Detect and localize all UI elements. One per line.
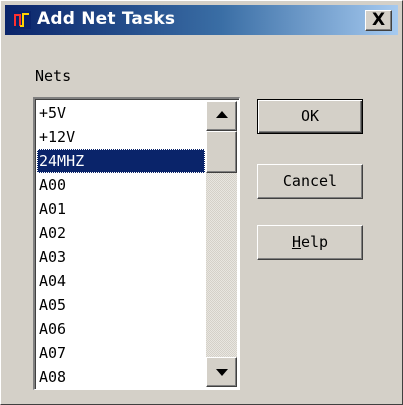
app-logo-icon	[13, 11, 31, 29]
net-list-item[interactable]: A06	[37, 317, 205, 341]
nets-list: +5V +12V 24MHZ A00 A01 A02 A03 A04 A05 A06 A07 A08	[37, 101, 205, 389]
net-list-item[interactable]: A02	[37, 221, 205, 245]
scroll-down-arrow-icon	[216, 369, 228, 376]
title-bar[interactable]: Add Net Tasks X	[5, 5, 398, 35]
nets-listbox[interactable]: +5V +12V 24MHZ A00 A01 A02 A03 A04 A05 A06 A07 A08	[33, 97, 240, 390]
net-list-item[interactable]: A01	[37, 197, 205, 221]
net-list-item[interactable]: A08	[37, 365, 205, 389]
cancel-button[interactable]: Cancel	[257, 164, 363, 199]
net-list-item[interactable]: A04	[37, 269, 205, 293]
net-list-item[interactable]: +12V	[37, 125, 205, 149]
net-list-item[interactable]: 24MHZ	[37, 149, 205, 173]
help-mnemonic: H	[291, 233, 301, 251]
net-list-item[interactable]: A05	[37, 293, 205, 317]
nets-label: Nets	[35, 67, 72, 85]
window-title: Add Net Tasks	[37, 9, 176, 29]
net-list-item[interactable]: +5V	[37, 101, 205, 125]
scroll-up-arrow-icon	[216, 111, 228, 118]
ok-button[interactable]: OK	[257, 99, 363, 134]
scroll-down-button[interactable]	[206, 357, 237, 387]
scroll-thumb[interactable]	[206, 131, 237, 173]
net-list-item[interactable]: A03	[37, 245, 205, 269]
add-net-tasks-dialog: Add Net Tasks X Nets +5V +12V 24MHZ A00 A01 A…	[0, 0, 403, 405]
close-button[interactable]: X	[365, 10, 392, 31]
net-list-item[interactable]: A07	[37, 341, 205, 365]
vertical-scrollbar[interactable]	[206, 101, 237, 387]
help-label: elp	[300, 233, 329, 251]
close-icon: X	[371, 10, 386, 30]
scroll-up-button[interactable]	[206, 101, 237, 131]
net-list-item[interactable]: A00	[37, 173, 205, 197]
help-button[interactable]: Help	[257, 225, 363, 260]
